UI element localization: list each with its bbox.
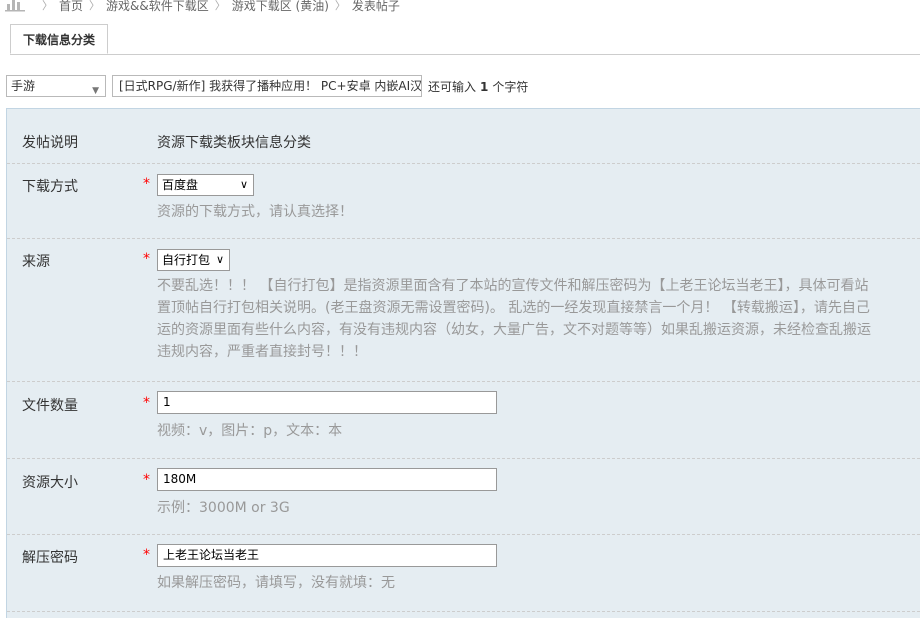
chevron-down-icon: ∨ <box>215 253 224 266</box>
source-value: 自行打包 <box>162 253 211 267</box>
file-count-label: 文件数量 <box>22 398 78 414</box>
intro-value: 资源下载类板块信息分类 <box>157 135 311 151</box>
password-label: 解压密码 <box>22 550 78 566</box>
chevron-right-icon: 〉 <box>89 0 101 12</box>
breadcrumb: 〉 首页 〉 游戏&&软件下载区 〉 游戏下载区 (黄油) 〉 发表帖子 <box>0 0 400 14</box>
size-input[interactable]: 180M <box>157 468 497 491</box>
source-select[interactable]: 自行打包 ∨ <box>157 249 230 271</box>
row-intro: 发帖说明 资源下载类板块信息分类 <box>7 109 920 164</box>
download-method-desc: 资源的下载方式，请认真选择！ <box>157 204 353 220</box>
chart-icon[interactable] <box>4 0 26 12</box>
subject-input[interactable]: [日式RPG/新作] 我获得了播种应用！ PC+安卓 内嵌AI汉 <box>112 75 422 97</box>
size-desc: 示例：3000M or 3G <box>157 500 290 516</box>
hint-count: 1 <box>480 79 489 94</box>
breadcrumb-home-link[interactable]: 首页 <box>59 0 83 14</box>
password-input[interactable]: 上老王论坛当老王 <box>157 544 497 567</box>
chevron-down-icon: ∨ <box>239 178 248 191</box>
row-source: 来源 * 自行打包 ∨ 不要乱选！！！ 【自行打包】是指资源里面含有了本站的宣传… <box>7 238 920 382</box>
download-method-label: 下载方式 <box>22 179 78 195</box>
form-panel: 发帖说明 资源下载类板块信息分类 下载方式 * 百度盘 ∨ 资源的下载方式，请认… <box>6 108 920 618</box>
chevron-right-icon: 〉 <box>334 0 346 12</box>
row-password: 解压密码 * 上老王论坛当老王 如果解压密码，请填写，没有就填：无 <box>7 534 920 612</box>
source-desc-line: 运的资源里面有些什么内容，有没有违规内容（幼女，大量广告，文不对题等等）如果乱搬… <box>157 322 871 338</box>
breadcrumb-section-link[interactable]: 游戏&&软件下载区 <box>106 0 209 14</box>
source-desc: 不要乱选！！！ 【自行打包】是指资源里面含有了本站的宣传文件和解压密码为【上老王… <box>157 275 920 363</box>
row-download-method: 下载方式 * 百度盘 ∨ 资源的下载方式，请认真选择！ <box>7 163 920 239</box>
source-desc-line: 不要乱选！！！ 【自行打包】是指资源里面含有了本站的宣传文件和解压密码为【上老王… <box>157 278 869 294</box>
required-mark: * <box>143 176 150 192</box>
file-count-desc: 视频：v，图片：p，文本：本 <box>157 423 343 439</box>
row-size: 资源大小 * 180M 示例：3000M or 3G <box>7 458 920 535</box>
file-count-input[interactable]: 1 <box>157 391 497 414</box>
source-desc-line: 置顶帖自行打包相关说明。(老王盘资源无需设置密码)。 乱选的一经发现直接禁言一个… <box>157 300 870 316</box>
row-file-count: 文件数量 * 1 视频：v，图片：p，文本：本 <box>7 381 920 459</box>
breadcrumb-current: 发表帖子 <box>351 0 400 13</box>
hint-suffix: 个字符 <box>492 79 529 94</box>
password-desc: 如果解压密码，请填写，没有就填：无 <box>157 575 395 591</box>
tab-download-info[interactable]: 下载信息分类 <box>10 24 109 54</box>
download-method-value: 百度盘 <box>162 178 199 192</box>
chevron-right-icon: 〉 <box>214 0 226 12</box>
hint-prefix: 还可输入 <box>428 79 477 94</box>
tab-bar: 下载信息分类 <box>10 24 920 55</box>
breadcrumb-forum-link[interactable]: 游戏下载区 (黄油) <box>232 0 329 14</box>
thread-type-select[interactable]: 手游 ▼ <box>6 75 106 97</box>
required-mark: * <box>143 547 150 563</box>
chevron-right-icon: 〉 <box>42 0 53 12</box>
source-label: 来源 <box>22 254 50 270</box>
thread-type-value: 手游 <box>11 79 36 93</box>
download-method-select[interactable]: 百度盘 ∨ <box>157 174 254 196</box>
source-desc-line: 违规内容，严重者直接封号！！！ <box>157 344 367 360</box>
dropdown-arrow-icon: ▼ <box>92 86 99 96</box>
title-bar: 手游 ▼ [日式RPG/新作] 我获得了播种应用！ PC+安卓 内嵌AI汉 还可… <box>6 74 528 98</box>
required-mark: * <box>143 251 150 267</box>
required-mark: * <box>143 395 150 411</box>
size-label: 资源大小 <box>22 475 78 491</box>
required-mark: * <box>143 472 150 488</box>
intro-label: 发帖说明 <box>22 135 78 151</box>
char-count-hint: 还可输入 1 个字符 <box>428 78 528 95</box>
